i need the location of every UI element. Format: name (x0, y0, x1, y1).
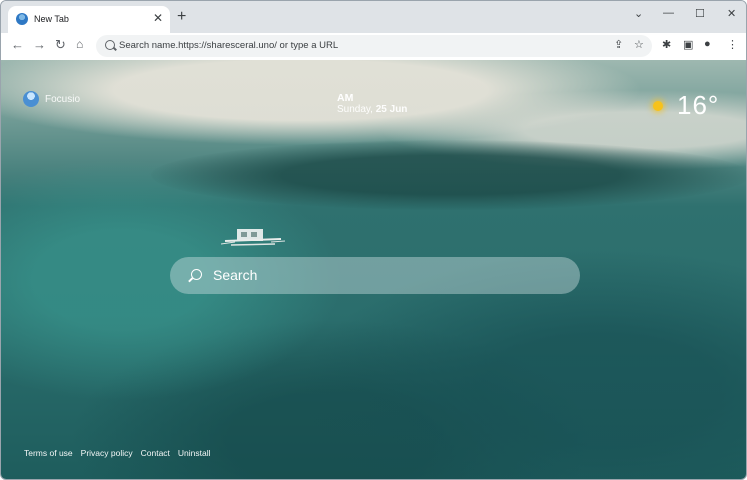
new-tab-page: Focusio AM Sunday, 25 Jun 16° Search Ter… (1, 60, 746, 479)
back-arrow-icon[interactable]: ← (11, 37, 24, 52)
profile-avatar-icon[interactable]: ● (704, 38, 711, 50)
tab-new-tab[interactable]: New Tab ✕ (8, 6, 170, 33)
logo-text: Focusio (45, 93, 81, 105)
search-icon (105, 40, 115, 50)
clock-date: Sunday, 25 Jun (337, 104, 407, 115)
privacy-policy-link[interactable]: Privacy policy (81, 448, 133, 458)
reload-icon[interactable]: ↻ (55, 37, 66, 53)
browser-toolbar: ← → ↻ ⌂ Search name.https://sharesceral.… (1, 33, 746, 60)
search-bar[interactable]: Search (170, 257, 580, 294)
bookmark-star-icon[interactable]: ☆ (634, 38, 644, 51)
weather-widget[interactable]: 16° (653, 90, 719, 121)
tab-close-icon[interactable]: ✕ (153, 11, 163, 25)
tab-title: New Tab (34, 14, 69, 24)
focusio-logo[interactable]: Focusio (23, 91, 80, 107)
minimize-button[interactable]: — (663, 7, 674, 19)
browser-window: New Tab ✕ + ⌄ — ☐ ✕ ← → ↻ ⌂ Search name.… (0, 0, 747, 480)
search-icon (191, 269, 202, 280)
clock-weekday: Sunday, (337, 104, 376, 115)
address-placeholder[interactable]: Search name.https://sharesceral.uno/ or … (119, 40, 338, 51)
close-window-button[interactable]: ✕ (727, 7, 736, 20)
favicon-icon (16, 13, 28, 25)
sun-icon (653, 100, 663, 111)
tab-search-chevron-icon[interactable]: ⌄ (634, 7, 643, 20)
reef-background (151, 140, 746, 210)
share-icon[interactable]: ⇪ (614, 38, 623, 51)
logo-icon (23, 91, 39, 107)
clock-ampm: AM (337, 92, 354, 104)
forward-arrow-icon[interactable]: → (33, 37, 46, 52)
tab-strip: New Tab ✕ + ⌄ — ☐ ✕ (1, 1, 746, 33)
address-bar[interactable]: Search name.https://sharesceral.uno/ or … (96, 35, 652, 57)
temperature: 16° (677, 90, 720, 120)
search-label[interactable]: Search (213, 267, 257, 283)
clock-widget: AM Sunday, 25 Jun (337, 92, 407, 115)
clock-day: 25 Jun (375, 104, 408, 115)
terms-of-use-link[interactable]: Terms of use (24, 448, 73, 458)
maximize-button[interactable]: ☐ (695, 7, 705, 20)
uninstall-link[interactable]: Uninstall (178, 448, 211, 458)
new-tab-button[interactable]: + (177, 8, 186, 26)
footer-links: Terms of use Privacy policy Contact Unin… (24, 448, 211, 458)
menu-kebab-icon[interactable]: ⋮ (727, 38, 738, 51)
side-panel-icon[interactable]: ▣ (683, 38, 693, 51)
home-icon[interactable]: ⌂ (76, 37, 83, 51)
boat-image (221, 229, 285, 246)
contact-link[interactable]: Contact (141, 448, 170, 458)
extensions-puzzle-icon[interactable]: ✱ (662, 38, 671, 51)
